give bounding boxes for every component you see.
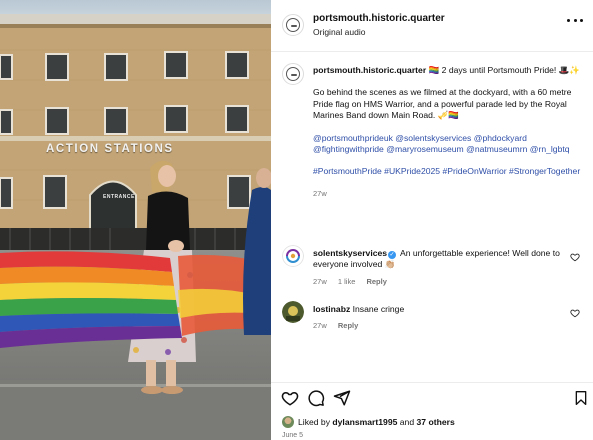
commenter-avatar[interactable] <box>282 245 304 267</box>
comment-timestamp[interactable]: 27w <box>313 277 327 286</box>
comment-timestamp[interactable]: 27w <box>313 321 327 330</box>
account-logo-icon <box>286 67 300 81</box>
reply-button[interactable]: Reply <box>366 277 386 286</box>
audio-label[interactable]: Original audio <box>313 27 365 37</box>
post-photo[interactable]: ACTION STATIONS ENTRANCE <box>0 0 271 440</box>
comment-heart-icon[interactable] <box>570 308 580 318</box>
caption-timestamp[interactable]: 27w <box>313 188 583 199</box>
post-header: portsmouth.historic.quarter Original aud… <box>271 0 593 52</box>
reply-button[interactable]: Reply <box>338 321 358 330</box>
user-photo-icon <box>282 301 304 323</box>
heart-icon[interactable] <box>281 389 299 407</box>
caption-hashtags[interactable]: #PortsmouthPride #UKPride2025 #PrideOnWa… <box>313 166 583 177</box>
likes-prefix: Liked by <box>298 417 331 427</box>
likes-joiner: and <box>399 417 415 427</box>
caption-text-block: portsmouth.historic.quarter 🏳️‍🌈 2 days … <box>313 65 583 199</box>
caption-headline: 🏳️‍🌈 2 days until Portsmouth Pride! 🎩✨ <box>428 65 581 75</box>
post-author-username[interactable]: portsmouth.historic.quarter <box>313 13 445 24</box>
commenter-username[interactable]: lostinabz <box>313 304 350 314</box>
account-logo-icon <box>286 18 300 32</box>
commenter-username[interactable]: solentskyservices <box>313 248 387 258</box>
bookmark-icon[interactable] <box>573 389 589 407</box>
account-avatar[interactable] <box>282 14 304 36</box>
comment-heart-icon[interactable] <box>570 252 580 262</box>
building-sign-text: ACTION STATIONS <box>46 143 174 155</box>
caption-body: Go behind the scenes as we filmed at the… <box>313 87 572 121</box>
comment-text: Insane cringe <box>352 304 405 314</box>
comment-meta: 27w 1 like Reply <box>313 276 563 287</box>
liker-avatar[interactable] <box>282 416 294 428</box>
commenter-avatar[interactable] <box>282 301 304 323</box>
post-detail-panel: portsmouth.historic.quarter Original aud… <box>271 0 593 440</box>
caption-avatar[interactable] <box>282 63 304 85</box>
photo-scene <box>0 0 271 440</box>
comment-icon[interactable] <box>307 389 325 407</box>
likes-summary: Liked by dylansmart1995 and 37 others <box>282 416 455 428</box>
comment-meta: 27w Reply <box>313 320 563 331</box>
caption-mentions[interactable]: @portsmouthprideuk @solentskyservices @p… <box>313 133 583 156</box>
comment-body: lostinabz Insane cringe 27w Reply <box>313 304 563 332</box>
share-icon[interactable] <box>333 389 351 407</box>
comment-body: solentskyservices ✓ An unforgettable expe… <box>313 248 563 287</box>
more-icon[interactable] <box>567 16 583 24</box>
solent-logo-icon <box>282 245 304 267</box>
post-action-bar: Liked by dylansmart1995 and 37 others Ju… <box>271 382 593 440</box>
comment-like-count[interactable]: 1 like <box>338 277 356 286</box>
liker-username[interactable]: dylansmart1995 <box>332 417 397 427</box>
post-date[interactable]: June 5 <box>282 432 303 439</box>
caption-username[interactable]: portsmouth.historic.quarter <box>313 65 426 75</box>
likes-others[interactable]: 37 others <box>417 417 455 427</box>
verified-badge-icon: ✓ <box>388 251 397 259</box>
entrance-sign-text: ENTRANCE <box>103 194 135 200</box>
